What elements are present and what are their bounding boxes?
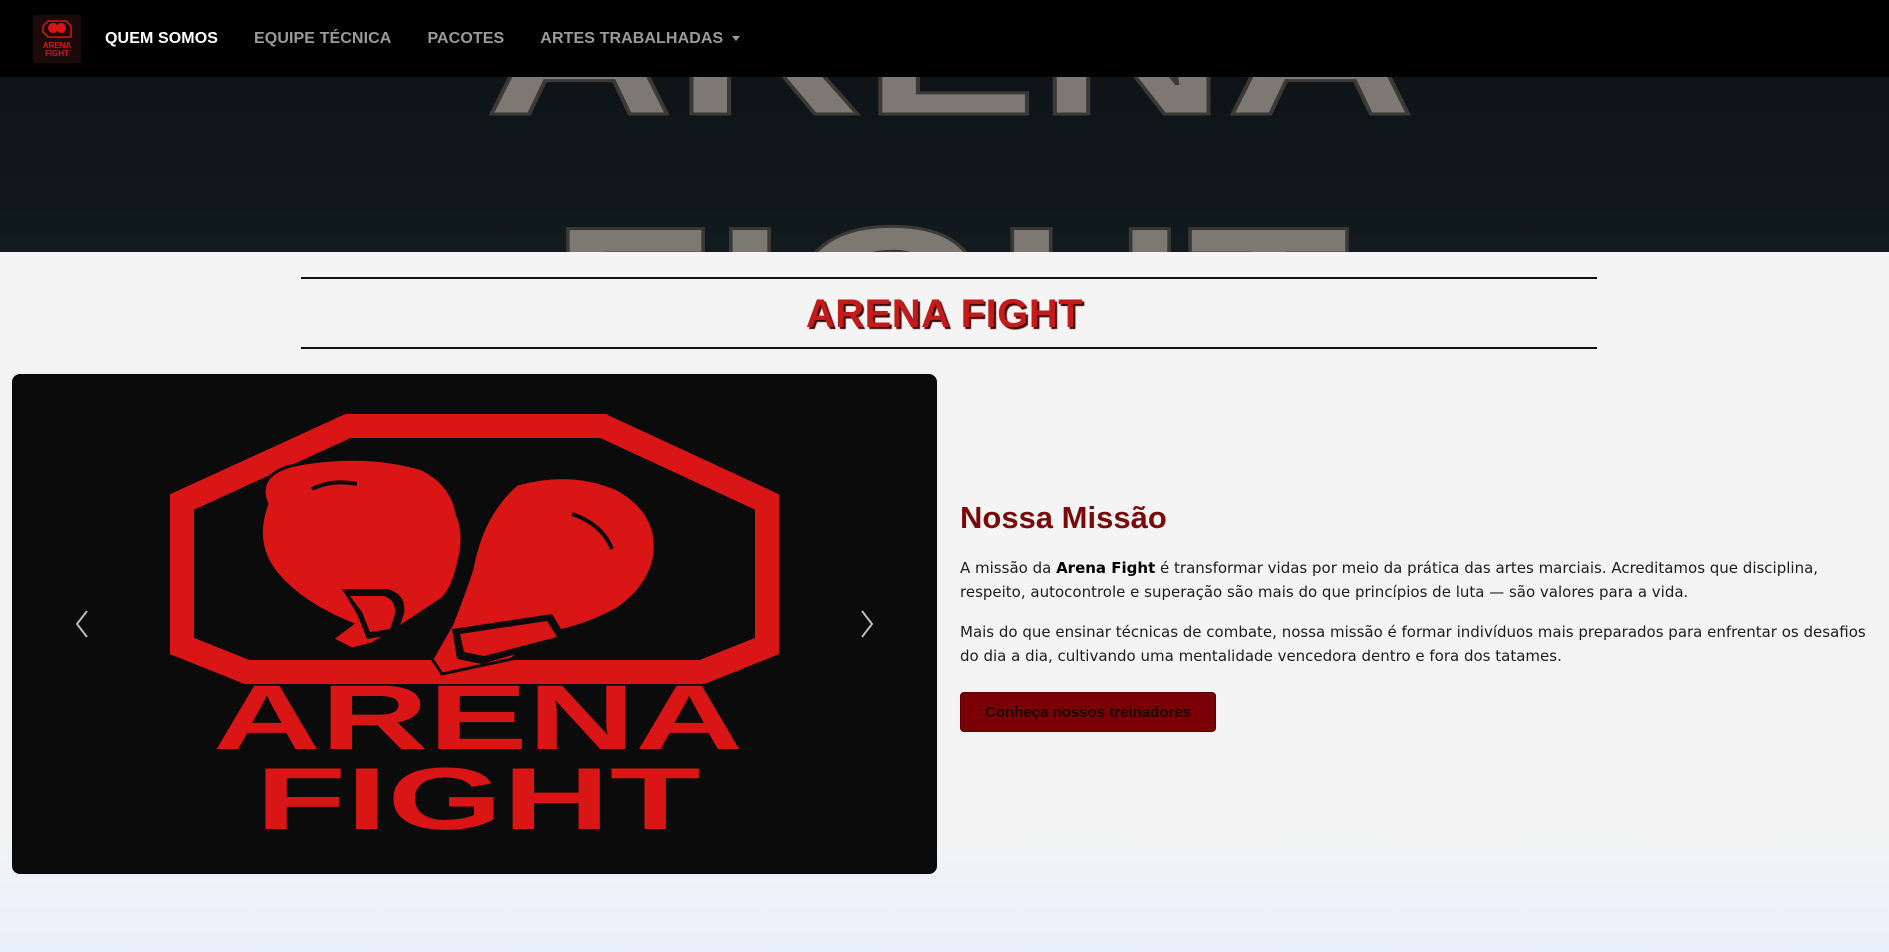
dropdown-caret-icon [732,36,741,41]
nav-item-pacotes[interactable]: PACOTES [427,30,504,48]
mission-paragraph-2: Mais do que ensinar técnicas de combate,… [960,623,1866,665]
hero-background-image: ARENA FIGHT [484,77,1417,252]
chevron-right-icon [861,610,874,638]
nav-links: QUEM SOMOS EQUIPE TÉCNICA PACOTES ARTES … [105,30,776,48]
nav-item-artes-label: ARTES TRABALHADAS [540,29,724,47]
hero-text-top: ARENA [485,77,1415,155]
mission-p1-bold: Arena Fight [1056,559,1156,577]
chevron-left-icon [75,610,88,638]
page-title: ARENA FIGHT [805,292,1084,336]
hero-banner: ARENA FIGHT [0,77,1889,252]
mission-title: Nossa Missão [960,500,1167,535]
boxing-gloves-icon [42,19,72,38]
nav-item-equipe-tecnica[interactable]: EQUIPE TÉCNICA [254,30,391,48]
carousel-prev-button[interactable] [37,569,127,679]
brand-logo-text-2: FIGHT [45,48,69,58]
title-rule-top [301,277,1597,279]
carousel-next-button[interactable] [822,569,912,679]
slide-text-fight: FIGHT [256,749,701,848]
logo-carousel[interactable]: ARENA FIGHT [12,374,937,874]
hero-text-bottom: FIGHT [550,181,1350,252]
mission-p1-before: A missão da [960,559,1057,577]
arena-fight-logo-image: ARENA FIGHT [170,414,779,848]
nav-item-quem-somos[interactable]: QUEM SOMOS [105,30,218,48]
top-navbar: ARENA FIGHT QUEM SOMOS EQUIPE TÉCNICA PA… [0,0,1889,77]
meet-trainers-button[interactable]: Conheça nossos treinadores [960,692,1216,732]
brand-logo[interactable]: ARENA FIGHT [33,14,81,63]
nav-item-artes-trabalhadas[interactable]: ARTES TRABALHADAS [540,29,741,48]
title-rule-bottom [301,347,1597,349]
mission-section: Nossa Missão A missão da Arena Fight é t… [960,500,1870,732]
mission-paragraph-1: A missão da Arena Fight é transformar vi… [960,556,1870,604]
